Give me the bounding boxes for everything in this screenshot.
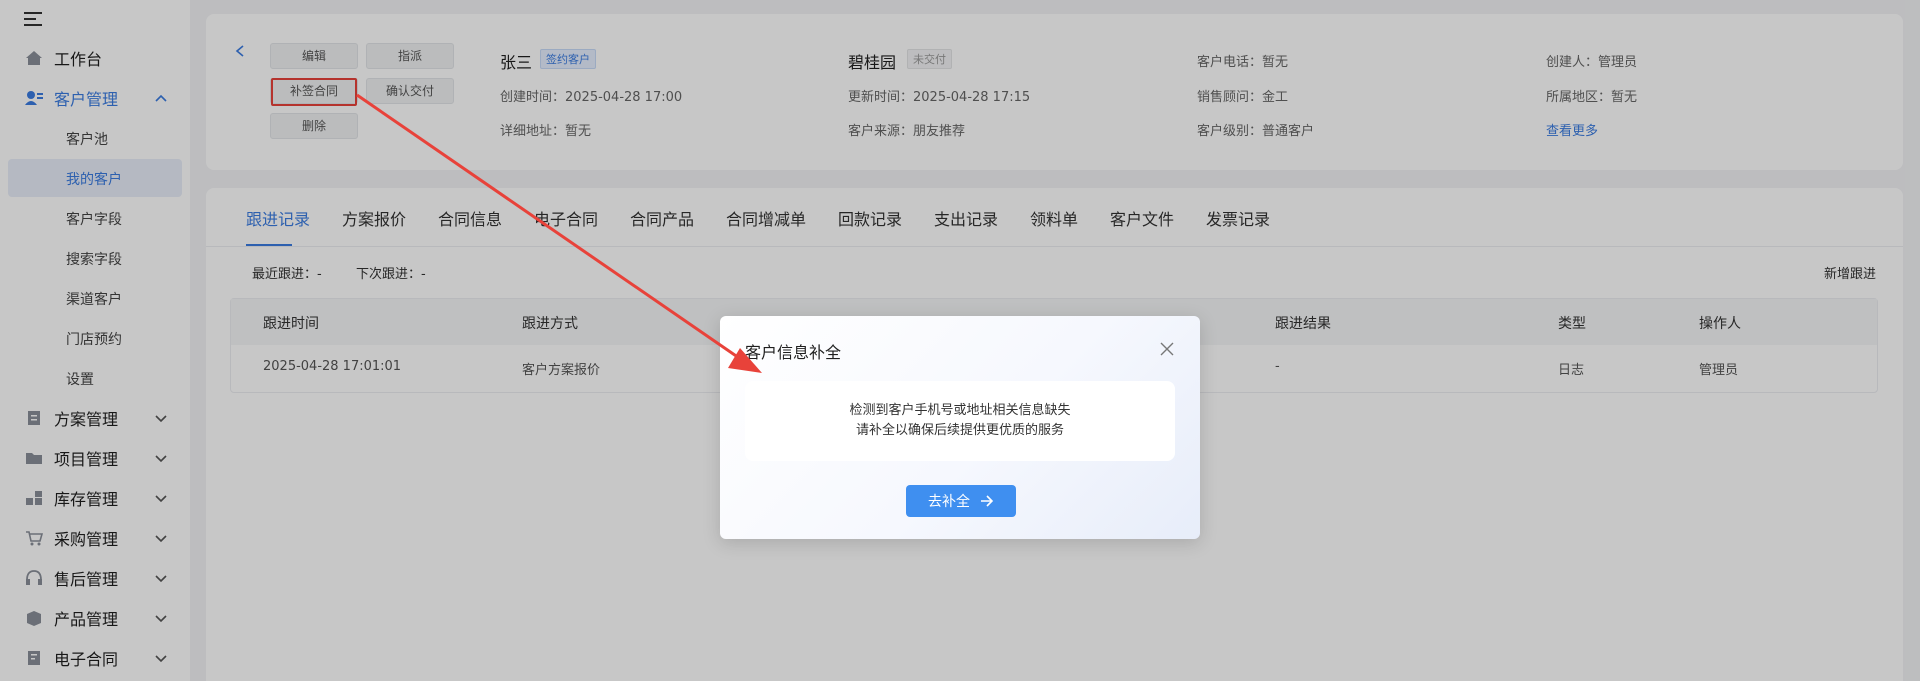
dialog-title: 客户信息补全 — [745, 343, 842, 362]
arrow-right-icon — [981, 495, 994, 507]
dialog-message-line: 检测到客户手机号或地址相关信息缺失 — [849, 403, 1071, 418]
go-complete-button[interactable]: 去补全 — [906, 485, 1016, 517]
dialog-message-box: 检测到客户手机号或地址相关信息缺失 请补全以确保后续提供更优质的服务 — [745, 381, 1175, 461]
dialog-message-line: 请补全以确保后续提供更优质的服务 — [855, 423, 1064, 438]
info-completion-dialog: 客户信息补全 检测到客户手机号或地址相关信息缺失 请补全以确保后续提供更优质的服… — [720, 316, 1200, 539]
close-icon[interactable] — [1159, 341, 1175, 357]
button-label: 去补全 — [928, 494, 970, 510]
